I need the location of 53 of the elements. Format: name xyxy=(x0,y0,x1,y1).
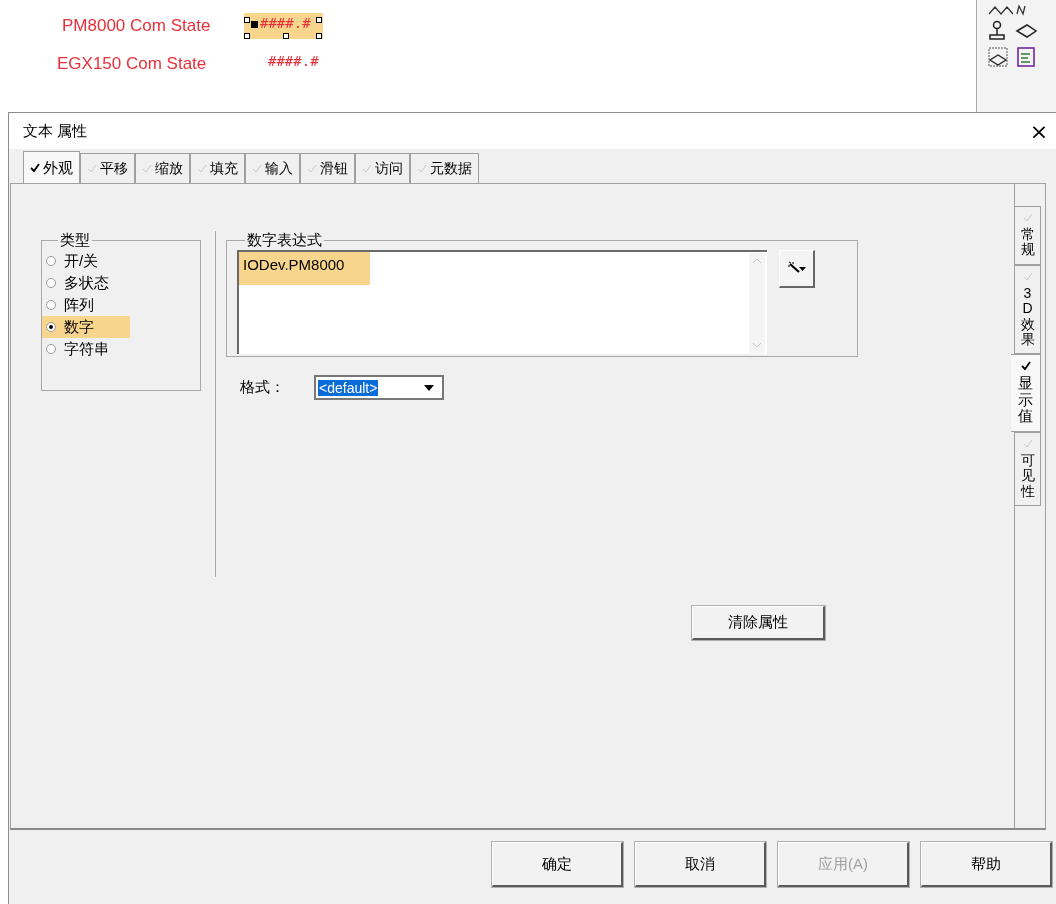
wand-button[interactable] xyxy=(779,250,815,288)
check-icon xyxy=(87,163,97,174)
format-dropdown[interactable]: <default> xyxy=(314,375,444,400)
check-icon xyxy=(1022,271,1033,282)
side-tab[interactable]: 3D效果 xyxy=(1015,264,1041,355)
check-icon xyxy=(362,163,372,174)
radio-option[interactable]: 字符串 xyxy=(42,338,130,360)
close-button[interactable]: × xyxy=(1024,118,1054,144)
radio-option[interactable]: 数字 xyxy=(42,316,130,338)
tab[interactable]: 填充 xyxy=(190,153,245,183)
dialog-button[interactable]: 确定 xyxy=(492,842,623,887)
format-label: 格式： xyxy=(240,378,286,397)
wave-icon[interactable] xyxy=(987,4,1027,16)
value-display[interactable]: ####.# xyxy=(252,51,331,77)
chart-icon[interactable] xyxy=(1015,46,1037,68)
radio-icon[interactable] xyxy=(46,256,56,266)
check-icon xyxy=(252,163,262,174)
radio-option[interactable]: 开/关 xyxy=(42,250,130,272)
check-icon xyxy=(142,163,152,174)
side-tab[interactable]: 常规 xyxy=(1015,206,1041,265)
expression-field[interactable]: IODev.PM8000 xyxy=(237,250,767,354)
dialog-button[interactable]: 帮助 xyxy=(921,842,1052,887)
side-tab[interactable]: 显示值 xyxy=(1011,354,1041,432)
radio-option[interactable]: 阵列 xyxy=(42,294,130,316)
check-icon xyxy=(417,163,427,174)
radio-option[interactable]: 多状态 xyxy=(42,272,130,294)
check-icon xyxy=(1022,213,1033,223)
dialog-title: 文本 属性 xyxy=(23,121,89,141)
check-icon xyxy=(1022,438,1033,449)
group-title: 数字表达式 xyxy=(246,231,323,250)
side-tab[interactable]: 可见性 xyxy=(1015,431,1041,506)
group-title: 类型 xyxy=(59,231,91,250)
tab[interactable]: 滑钮 xyxy=(300,153,355,183)
radio-icon[interactable] xyxy=(46,344,56,354)
radio-icon[interactable] xyxy=(46,300,56,310)
tab[interactable]: 缩放 xyxy=(135,153,190,183)
check-icon xyxy=(197,163,207,174)
tab[interactable]: 元数据 xyxy=(410,153,479,183)
check-icon xyxy=(30,163,40,173)
check-icon xyxy=(307,163,317,174)
tab[interactable]: 平移 xyxy=(80,153,135,183)
tab[interactable]: 访问 xyxy=(355,153,410,183)
tab[interactable]: 外观 xyxy=(23,151,80,184)
clear-properties-button[interactable]: 清除属性 xyxy=(692,606,825,640)
dialog-button[interactable]: 取消 xyxy=(635,842,766,887)
tag-label: PM8000 Com State xyxy=(62,16,212,36)
tag-label: EGX150 Com State xyxy=(57,54,208,74)
tab[interactable]: 输入 xyxy=(245,153,300,183)
radio-icon[interactable] xyxy=(46,278,56,288)
check-icon xyxy=(1020,361,1031,372)
caret-icon xyxy=(424,384,434,391)
scrollbar[interactable] xyxy=(749,253,765,353)
radio-icon[interactable] xyxy=(46,322,56,332)
